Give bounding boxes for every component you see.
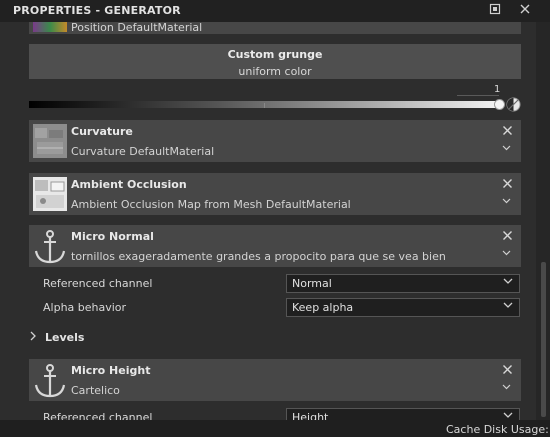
curvature-layer-name: Curvature [71,125,133,138]
vertical-scrollbar[interactable] [536,22,550,420]
custom-grunge-subtitle: uniform color [238,65,312,78]
remove-layer-icon[interactable] [502,363,513,379]
cache-disk-usage: Cache Disk Usage: 6 [446,423,550,436]
position-layer-source: Position DefaultMaterial [71,22,203,34]
layer-card-micro-height[interactable]: Micro Height Cartelico [29,359,521,401]
layer-card-position[interactable]: Position DefaultMaterial [29,22,521,34]
slider-value-underline [457,95,499,96]
chevron-down-icon [503,301,513,312]
micro-height-layer-name: Micro Height [71,364,151,377]
remove-layer-icon[interactable] [502,124,513,140]
window-title: PROPERTIES - GENERATOR [13,4,181,17]
referenced-channel-value: Height [292,411,329,420]
layer-card-micro-normal[interactable]: Micro Normal tornillos exageradamente gr… [29,225,521,267]
chevron-down-icon [503,411,513,420]
anchor-icon [33,229,67,264]
anchor-icon [33,363,67,398]
curvature-thumbnail [33,124,67,158]
alpha-behavior-label: Alpha behavior [43,301,127,314]
undock-icon[interactable] [488,3,502,17]
grayscale-slider-track[interactable] [29,101,501,108]
position-thumbnail [33,22,67,32]
levels-section-header[interactable]: Levels [29,328,229,348]
chevron-down-icon[interactable] [502,382,511,393]
status-bar: Cache Disk Usage: 6 [0,420,550,437]
ambient-occlusion-layer-name: Ambient Occlusion [71,178,187,191]
curvature-layer-source: Curvature DefaultMaterial [71,145,215,158]
title-bar: PROPERTIES - GENERATOR [0,0,550,22]
cache-disk-usage-label: Cache Disk Usage: [446,423,549,436]
scrollbar-thumb[interactable] [541,262,546,417]
chevron-down-icon[interactable] [502,196,511,207]
color-picker-icon[interactable] [506,97,521,112]
referenced-channel-value: Normal [292,277,332,290]
slider-handle[interactable] [494,99,505,110]
close-panel-icon[interactable] [518,3,532,17]
layer-card-curvature[interactable]: Curvature Curvature DefaultMaterial [29,120,521,162]
chevron-right-icon [29,331,37,344]
layer-card-ambient-occlusion[interactable]: Ambient Occlusion Ambient Occlusion Map … [29,173,521,215]
properties-panel: Position DefaultMaterial Custom grunge u… [0,22,536,420]
custom-grunge-button[interactable]: Custom grunge uniform color [29,44,521,79]
custom-grunge-title: Custom grunge [227,48,323,61]
levels-label: Levels [45,331,85,344]
alpha-behavior-dropdown[interactable]: Keep alpha [286,298,520,317]
alpha-behavior-value: Keep alpha [292,301,354,314]
remove-layer-icon[interactable] [502,177,513,193]
chevron-down-icon[interactable] [502,248,511,259]
slider-midpoint-tick [264,103,265,108]
referenced-channel-dropdown[interactable]: Height [286,408,520,420]
remove-layer-icon[interactable] [502,229,513,245]
chevron-down-icon [503,277,513,288]
ambient-occlusion-thumbnail [33,177,67,211]
micro-normal-layer-name: Micro Normal [71,230,154,243]
micro-height-layer-source: Cartelico [71,384,120,397]
slider-value: 1 [494,84,501,95]
referenced-channel-dropdown[interactable]: Normal [286,274,520,293]
chevron-down-icon[interactable] [502,143,511,154]
referenced-channel-label: Referenced channel [43,277,153,290]
ambient-occlusion-layer-source: Ambient Occlusion Map from Mesh DefaultM… [71,198,351,211]
referenced-channel-label: Referenced channel [43,411,153,420]
micro-normal-layer-source: tornillos exageradamente grandes a propo… [71,250,446,263]
